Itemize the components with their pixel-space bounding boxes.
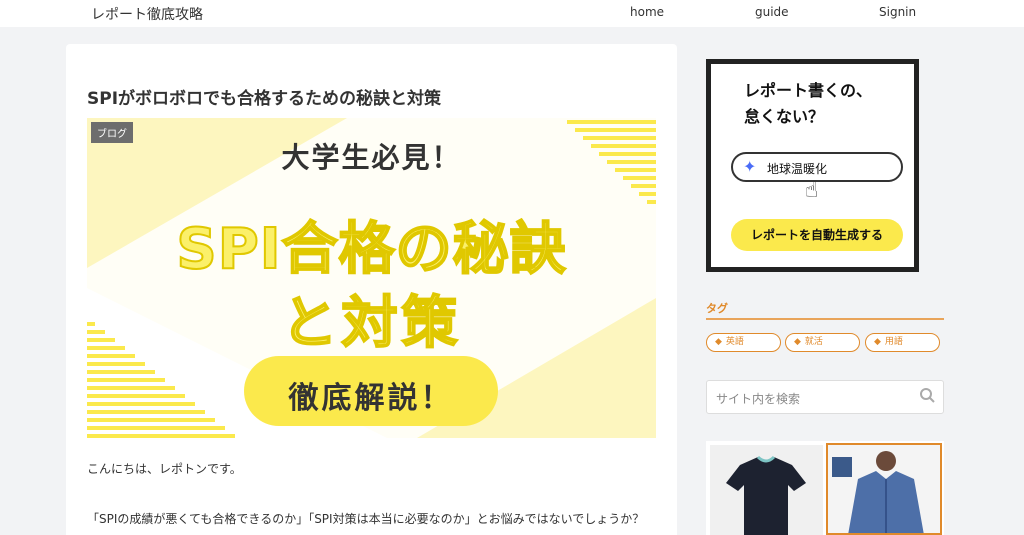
eyecatch-image: ブログ 大学生必見！ SPI合格の秘訣 と対策 徹底解説！ bbox=[87, 118, 656, 438]
product-image-shirt[interactable] bbox=[826, 443, 942, 535]
tag-job-hunting[interactable]: ◆ 就活 bbox=[785, 333, 860, 352]
tag-label: 用語 bbox=[884, 337, 903, 347]
article-paragraph: 「SPIの成績が悪くても合格できるのか」「SPI対策は本当に必要なのか」とお悩み… bbox=[87, 512, 645, 526]
tag-icon: ◆ bbox=[715, 337, 722, 347]
ad-headline: レポート書くの、 怠くない？ bbox=[744, 78, 872, 130]
site-search-input[interactable]: サイト内を検索 bbox=[706, 380, 944, 414]
ad-generate-button[interactable]: レポートを自動生成する bbox=[731, 219, 903, 251]
tag-english[interactable]: ◆ 英語 bbox=[706, 333, 781, 352]
article-paragraph: こんにちは、レポトンです。 bbox=[87, 462, 242, 476]
tag-glossary[interactable]: ◆ 用語 bbox=[865, 333, 940, 352]
site-title-link[interactable]: レポート徹底攻略 bbox=[91, 4, 203, 24]
eyecatch-subtitle: 大学生必見！ bbox=[281, 141, 462, 174]
product-widget bbox=[706, 441, 944, 535]
tags-widget-divider bbox=[706, 318, 944, 320]
article-card: SPIがボロボロでも合格するための秘訣と対策 ブログ 大学生必見！ SPI合格の… bbox=[66, 44, 677, 535]
tag-label: 英語 bbox=[725, 337, 744, 347]
ad-input-text: 地球温暖化 bbox=[767, 162, 828, 176]
pointer-hand-icon: ☝ bbox=[805, 178, 819, 203]
product-thumbnail bbox=[832, 457, 852, 477]
ad-banner[interactable]: レポート書くの、 怠くない？ ✦ 地球温暖化 ☝ レポートを自動生成する bbox=[706, 59, 919, 272]
nav-home-link[interactable]: home bbox=[630, 5, 664, 19]
top-navbar: レポート徹底攻略 home guide Signin bbox=[0, 0, 1024, 27]
search-icon[interactable] bbox=[919, 387, 935, 403]
article-title: SPIがボロボロでも合格するための秘訣と対策 bbox=[87, 89, 442, 109]
tags-widget-title: タグ bbox=[706, 302, 728, 315]
eyecatch-main-line2: と対策 bbox=[281, 290, 462, 357]
ad-headline-line1: レポート書くの、 bbox=[744, 81, 873, 100]
eyecatch-pill-text: 徹底解説！ bbox=[288, 381, 454, 416]
sparkle-icon: ✦ bbox=[743, 157, 757, 176]
tag-label: 就活 bbox=[804, 337, 823, 347]
ad-headline-line2: 怠くない？ bbox=[744, 107, 825, 126]
product-image-tshirt[interactable] bbox=[710, 445, 823, 535]
tshirt-image bbox=[726, 455, 806, 535]
search-placeholder: サイト内を検索 bbox=[716, 392, 801, 406]
nav-signin-link[interactable]: Signin bbox=[879, 5, 916, 19]
eyecatch-main-line1: SPI合格の秘訣 bbox=[175, 216, 567, 283]
tag-icon: ◆ bbox=[794, 337, 801, 347]
nav-guide-link[interactable]: guide bbox=[755, 5, 789, 19]
tag-icon: ◆ bbox=[874, 337, 881, 347]
